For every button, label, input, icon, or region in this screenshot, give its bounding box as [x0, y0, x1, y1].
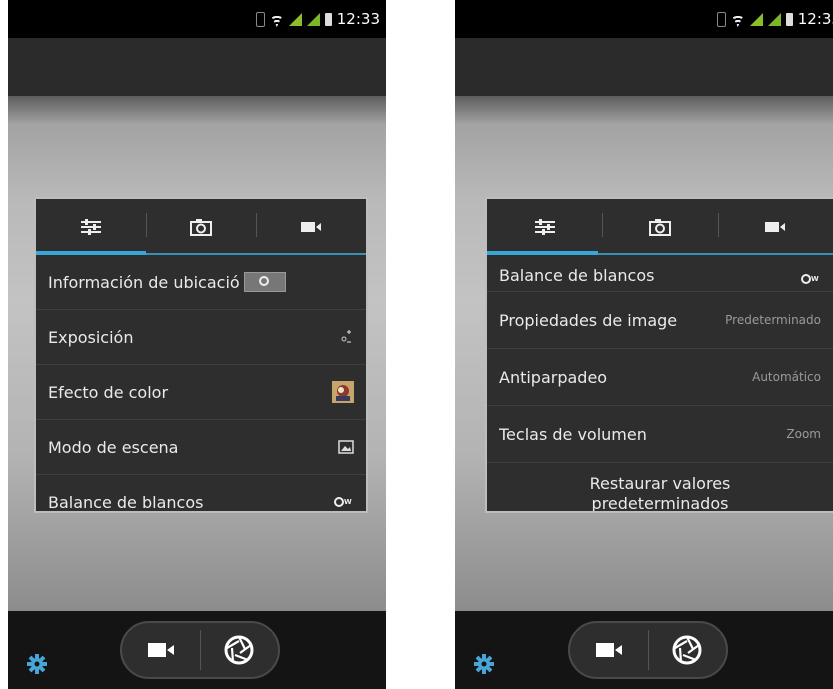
exposure-icon [341, 330, 351, 343]
white-balance-auto-icon: W [334, 497, 352, 507]
clock: 12:33 [336, 10, 380, 28]
scene-mode-icon [338, 440, 354, 454]
camera-icon [648, 219, 671, 236]
color-effect-icon [332, 381, 354, 403]
signal-icon [767, 12, 781, 26]
battery-icon [785, 12, 793, 26]
restore-defaults-button[interactable]: Restaurar valores predeterminados [487, 463, 833, 511]
phone-screen-right: 12:33 Balance de blancos W Propiedades d… [455, 0, 833, 689]
clock: 12:33 [797, 10, 833, 28]
status-bar: 12:33 [455, 0, 833, 38]
settings-panel: Balance de blancos W Propiedades de imag… [485, 197, 833, 513]
svg-text:W: W [811, 275, 819, 283]
tab-camera[interactable] [146, 199, 256, 255]
shutter-icon [672, 635, 702, 665]
gear-icon[interactable] [26, 653, 48, 675]
list-item-location[interactable]: Información de ubicació [36, 255, 366, 310]
status-bar: 12:33 [8, 0, 386, 38]
phone-screen-left: 12:33 Información de ubicació Exposición [8, 0, 386, 689]
shutter-icon [224, 635, 254, 665]
video-icon [147, 643, 174, 657]
list-item-image-properties[interactable]: Propiedades de image Predeterminado [487, 292, 833, 349]
tab-video[interactable] [717, 199, 833, 255]
top-bar [455, 38, 833, 96]
tab-settings[interactable] [36, 199, 146, 255]
list-item-scene-mode[interactable]: Modo de escena [36, 420, 366, 475]
list-item-volume-keys[interactable]: Teclas de volumen Zoom [487, 406, 833, 463]
list-item-antiflicker[interactable]: Antiparpadeo Automático [487, 349, 833, 406]
video-icon [595, 643, 622, 657]
list-item-white-balance[interactable]: Balance de blancos W [36, 475, 366, 512]
video-mode-button[interactable] [570, 623, 648, 677]
capture-controls [120, 621, 280, 679]
battery-icon [324, 12, 332, 26]
video-icon [301, 222, 321, 232]
signal-icon [306, 12, 320, 26]
video-mode-button[interactable] [122, 623, 200, 677]
bluetooth-icon [716, 11, 726, 27]
settings-tabs [487, 199, 833, 255]
list-item-color-effect[interactable]: Efecto de color [36, 365, 366, 420]
gear-icon[interactable] [473, 653, 495, 675]
shutter-button[interactable] [649, 623, 727, 677]
capture-controls [568, 621, 728, 679]
white-balance-auto-icon: W [801, 274, 819, 284]
sliders-icon [534, 219, 555, 235]
tab-camera[interactable] [602, 199, 717, 255]
settings-panel: Información de ubicació Exposición Efect… [34, 197, 368, 513]
list-item-exposure[interactable]: Exposición [36, 310, 366, 365]
signal-icon [749, 12, 763, 26]
wifi-icon [731, 13, 745, 25]
video-icon [765, 222, 786, 232]
camera-icon [190, 219, 212, 236]
bluetooth-icon [255, 11, 265, 27]
sliders-icon [81, 219, 101, 235]
list-item-white-balance[interactable]: Balance de blancos W [487, 255, 833, 292]
top-bar [8, 38, 386, 96]
svg-text:W: W [344, 498, 352, 506]
shutter-button[interactable] [201, 623, 279, 677]
location-toggle[interactable] [243, 272, 286, 292]
camera-controls [8, 611, 386, 689]
tab-video[interactable] [256, 199, 366, 255]
settings-tabs [36, 199, 366, 255]
wifi-icon [270, 13, 284, 25]
signal-icon [288, 12, 302, 26]
tab-settings[interactable] [487, 199, 602, 255]
camera-controls [455, 611, 833, 689]
